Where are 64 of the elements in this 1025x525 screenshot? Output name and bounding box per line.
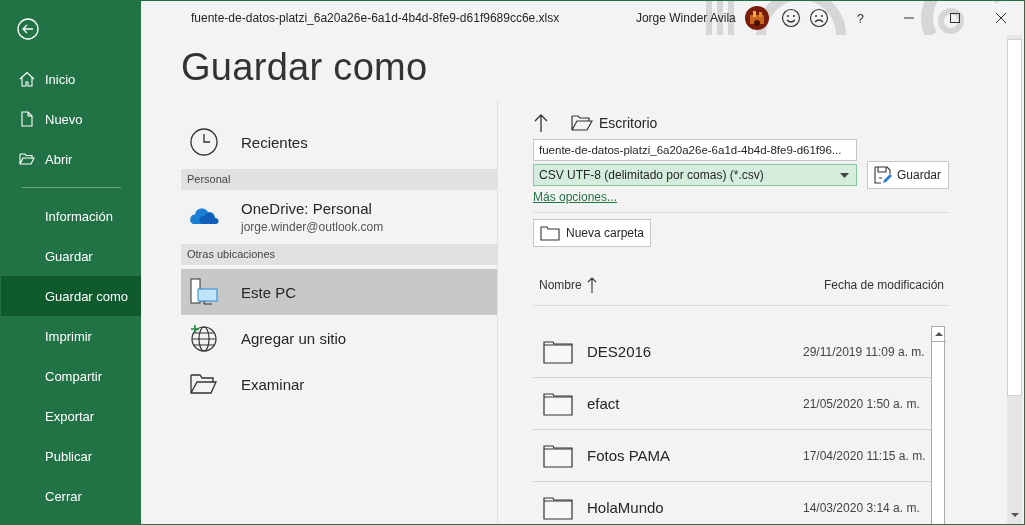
location-item[interactable]: Recientes bbox=[181, 119, 497, 165]
window-title: fuente-de-datos-platzi_6a20a26e-6a1d-4b4d-8fe9-d61f9689cc6e.xlsx bbox=[191, 11, 560, 25]
home-icon bbox=[19, 71, 35, 87]
file-row[interactable]: DES2016 29/11/2019 11:09 a. m. bbox=[533, 326, 931, 378]
file-row[interactable]: Fotos PAMA 17/04/2020 11:15 a. m. bbox=[533, 430, 931, 482]
sidebar-item[interactable]: Nuevo bbox=[1, 99, 141, 139]
column-header[interactable]: Nombre bbox=[539, 278, 582, 292]
folder-icon bbox=[571, 114, 593, 132]
file-name: efact bbox=[587, 395, 621, 412]
new-folder-button[interactable]: Nueva carpeta bbox=[533, 219, 652, 247]
location-item[interactable]: Este PC bbox=[181, 269, 497, 315]
file-row[interactable]: HolaMundo 14/03/2020 3:14 a. m. bbox=[533, 482, 931, 524]
maximize-icon[interactable] bbox=[949, 12, 961, 24]
folder-icon bbox=[543, 391, 573, 416]
file-row[interactable]: efact 21/05/2020 1:50 a. m. bbox=[533, 378, 931, 430]
scrollbar[interactable] bbox=[1007, 35, 1022, 524]
folder-icon bbox=[540, 225, 560, 241]
sidebar-item[interactable]: Abrir bbox=[1, 139, 141, 179]
sidebar-item[interactable]: Exportar bbox=[1, 396, 141, 436]
modified-date: 14/03/2020 3:14 a. m. bbox=[803, 500, 921, 515]
folder-icon bbox=[543, 443, 573, 468]
smile-icon[interactable] bbox=[780, 8, 801, 28]
save-button[interactable]: Guardar bbox=[867, 161, 949, 189]
location-item[interactable]: OneDrive: Personal jorge.winder@outlook.com bbox=[181, 194, 497, 240]
up-arrow-icon[interactable] bbox=[533, 113, 549, 133]
section-header: Otras ubicaciones bbox=[181, 244, 497, 265]
modified-date: 21/05/2020 1:50 a. m. bbox=[803, 396, 921, 411]
folder-icon bbox=[19, 151, 35, 167]
globe-icon bbox=[189, 323, 219, 353]
sidebar-item[interactable]: Inicio bbox=[1, 59, 141, 99]
location-item[interactable]: Agregar un sitio bbox=[181, 315, 497, 361]
clock-icon bbox=[189, 127, 219, 157]
close-icon[interactable] bbox=[995, 12, 1007, 24]
file-name: Fotos PAMA bbox=[587, 447, 672, 464]
folder-path[interactable]: Escritorio bbox=[599, 115, 658, 131]
file-type-dropdown[interactable]: CSV UTF-8 (delimitado por comas) (*.csv) bbox=[533, 164, 857, 186]
computer-icon bbox=[189, 277, 219, 307]
document-icon bbox=[19, 111, 35, 127]
help-button[interactable]: ? bbox=[856, 10, 864, 26]
user-name: Jorge Winder Avila bbox=[635, 11, 736, 25]
sidebar-item[interactable]: Publicar bbox=[1, 436, 141, 476]
more-options-link[interactable]: Más opciones... bbox=[533, 190, 618, 204]
file-name: DES2016 bbox=[587, 343, 653, 360]
dropdown-arrow-icon bbox=[840, 172, 849, 178]
sidebar-item[interactable]: Cerrar bbox=[1, 476, 141, 516]
save-icon bbox=[874, 166, 892, 184]
page-heading: Guardar como bbox=[181, 45, 429, 90]
file-name-field[interactable]: fuente-de-datos-platzi_6a20a26e-6a1d-4b4d-8fe9-d61f96... bbox=[533, 139, 857, 161]
sidebar-item[interactable]: Compartir bbox=[1, 356, 141, 396]
frown-icon[interactable] bbox=[808, 8, 829, 28]
modified-date: 29/11/2019 11:09 a. m. bbox=[803, 344, 926, 359]
column-header[interactable]: Fecha de modificación bbox=[823, 278, 944, 292]
scrollbar[interactable] bbox=[931, 326, 945, 524]
section-header: Personal bbox=[181, 169, 497, 190]
sidebar-item[interactable]: Imprimir bbox=[1, 316, 141, 356]
folder-icon bbox=[543, 495, 573, 520]
file-name: HolaMundo bbox=[587, 499, 665, 516]
sidebar-item[interactable]: Guardar bbox=[1, 236, 141, 276]
location-item[interactable]: Examinar bbox=[181, 361, 497, 407]
folder-icon bbox=[543, 339, 573, 364]
sidebar-item[interactable]: Guardar como bbox=[1, 276, 141, 316]
sort-arrow-icon bbox=[586, 276, 597, 294]
modified-date: 17/04/2020 11:15 a. m. bbox=[803, 448, 927, 463]
sidebar-item[interactable]: Información bbox=[1, 196, 141, 236]
